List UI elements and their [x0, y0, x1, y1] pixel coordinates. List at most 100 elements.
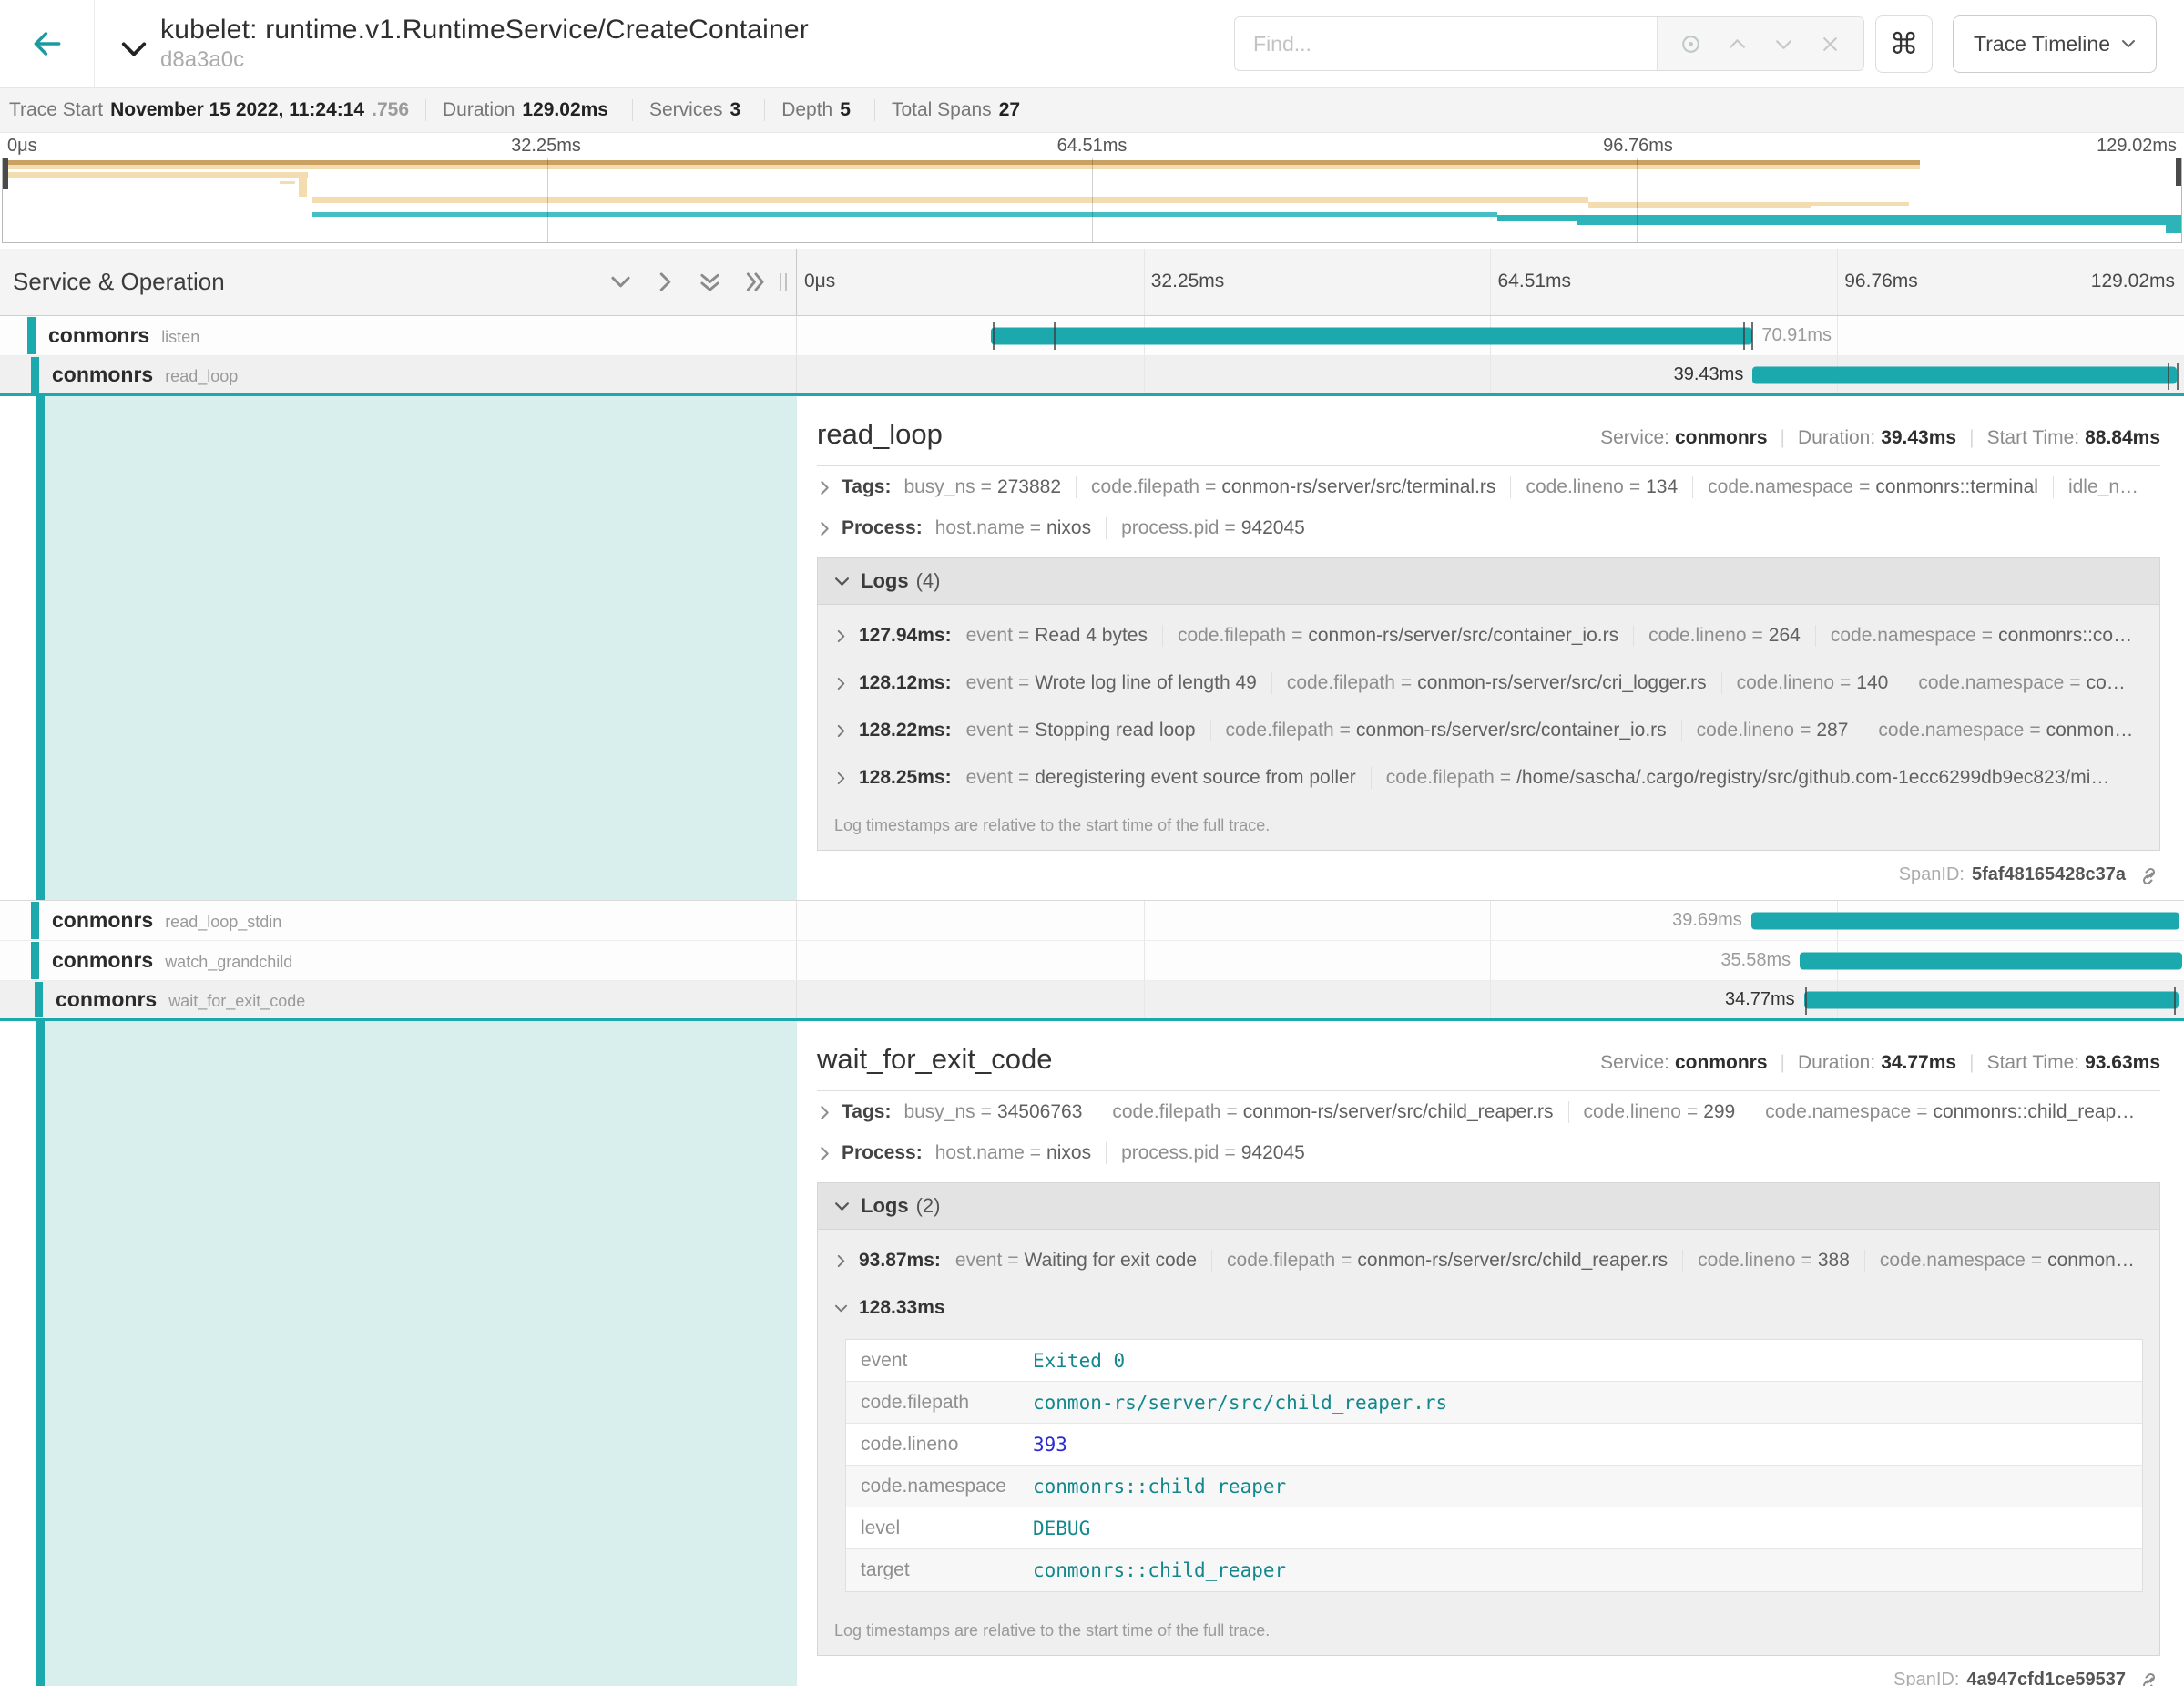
back-button[interactable] — [0, 0, 95, 87]
chevron-down-icon — [834, 574, 850, 589]
minimap-left-drag-handle[interactable] — [3, 158, 8, 189]
log-field: code.filepath=conmon-rs/server/src/conta… — [1210, 720, 1667, 741]
chevron-right-icon — [817, 521, 832, 536]
span-name-cell: conmonrs watch_grandchild — [0, 941, 797, 980]
span-bar[interactable]: 70.91ms — [991, 327, 1752, 344]
span-bar[interactable]: 39.43ms — [1752, 366, 2177, 383]
process-label: Process: — [842, 1142, 923, 1164]
chevron-down-icon — [834, 1199, 850, 1214]
minimap-span-bar — [1811, 202, 1909, 206]
tags-label: Tags: — [842, 476, 891, 498]
field-key: target — [846, 1559, 1033, 1581]
span-bar[interactable]: 35.58ms — [1800, 952, 2182, 969]
logs-count: (4) — [916, 569, 941, 593]
log-field: code.namespace=conmon… — [1863, 720, 2133, 741]
log-entry[interactable]: 128.22ms: event=Stopping read loop code.f… — [834, 707, 2143, 754]
find-scope-icon[interactable] — [1679, 33, 1702, 56]
logs-count: (2) — [916, 1194, 941, 1218]
tags-label: Tags: — [842, 1101, 891, 1123]
column-resizer-grip[interactable] — [780, 273, 787, 291]
axis-tick: 64.51ms — [1057, 136, 1128, 157]
logs-accordion-header[interactable]: Logs (4) — [818, 558, 2159, 605]
service-name: conmonrs — [52, 948, 153, 973]
find-next-icon[interactable] — [1772, 33, 1795, 56]
log-field: event=Read 4 bytes — [966, 625, 1148, 647]
detail-panel-indent-area — [45, 396, 797, 900]
field-key: level — [846, 1517, 1033, 1539]
span-row-watch-grandchild[interactable]: conmonrs watch_grandchild 35.58ms — [0, 941, 2184, 981]
tag-item: code.lineno=134 — [1510, 476, 1678, 498]
span-detail-panel-wait-for-exit-code: wait_for_exit_code Service:conmonrs | Du… — [0, 1021, 2184, 1686]
span-bar-cell: 34.77ms — [797, 981, 2184, 1018]
span-meta: Service:conmonrs | Duration:34.77ms | St… — [1600, 1052, 2160, 1074]
deep-link-icon[interactable] — [2137, 863, 2158, 885]
collapse-one-icon[interactable] — [610, 271, 631, 292]
span-color-accent — [36, 1021, 45, 1686]
deep-link-icon[interactable] — [2137, 1669, 2158, 1686]
chevron-right-icon — [834, 771, 848, 785]
axis-tick: 129.02ms — [2097, 136, 2177, 157]
service-label: Service: — [1600, 1052, 1669, 1074]
tags-accordion[interactable]: Tags: busy_ns=34506763code.filepath=conm… — [817, 1091, 2160, 1132]
keyboard-shortcuts-button[interactable]: ⌘ — [1875, 15, 1933, 73]
log-marker-tick — [1805, 987, 1807, 1015]
log-field: code.namespace=conmon… — [1864, 1250, 2135, 1272]
span-row-read-loop-stdin[interactable]: conmonrs read_loop_stdin 39.69ms — [0, 901, 2184, 941]
process-accordion[interactable]: Process: host.name=nixosprocess.pid=9420… — [817, 1132, 2160, 1173]
log-field-row: level DEBUG — [846, 1507, 2142, 1549]
detail-panel-body: wait_for_exit_code Service:conmonrs | Du… — [797, 1021, 2184, 1686]
find-prev-icon[interactable] — [1726, 33, 1749, 56]
log-field: code.lineno=388 — [1682, 1250, 1850, 1272]
ruler-tick: 96.76ms — [1844, 271, 1918, 292]
log-marker-tick — [2168, 363, 2169, 390]
log-entry[interactable]: 127.94ms: event=Read 4 bytescode.filepat… — [834, 612, 2143, 659]
find-clear-icon[interactable] — [1819, 33, 1842, 56]
log-field-row: code.filepath conmon-rs/server/src/child… — [846, 1382, 2142, 1424]
detail-panel-body: read_loop Service:conmonrs | Duration:39… — [797, 396, 2184, 900]
minimap-canvas[interactable] — [2, 158, 2182, 243]
logs-footnote: Log timestamps are relative to the start… — [818, 802, 2159, 850]
log-entry[interactable]: 128.25ms: event=deregistering event sour… — [834, 754, 2143, 802]
logs-section: Logs (4) 127.94ms: event=Read 4 bytescod… — [817, 557, 2160, 851]
minimap-span-bar — [2166, 225, 2181, 233]
operation-name: watch_grandchild — [165, 953, 292, 972]
chevron-right-icon — [817, 1146, 832, 1161]
span-bar[interactable]: 39.69ms — [1751, 912, 2180, 929]
service-operation-title: Service & Operation — [13, 268, 225, 296]
start-time-label: Start Time: — [1987, 427, 2080, 449]
find-input[interactable] — [1235, 17, 1657, 70]
log-field: event=Waiting for exit code — [955, 1250, 1197, 1272]
log-field: event=Stopping read loop — [966, 720, 1196, 741]
log-entry-expanded-header[interactable]: 128.33ms — [818, 1284, 2159, 1332]
process-accordion[interactable]: Process: host.name=nixosprocess.pid=9420… — [817, 507, 2160, 548]
span-row-read-loop[interactable]: conmonrs read_loop 39.43ms — [0, 356, 2184, 396]
log-timestamp: 93.87ms: — [859, 1250, 941, 1272]
span-name-cell: conmonrs read_loop_stdin — [0, 901, 797, 940]
span-table-header: Service & Operation 0μs 32.25ms 64.51ms … — [0, 249, 2184, 316]
command-icon: ⌘ — [1890, 26, 1919, 61]
minimap-axis: 0μs 32.25ms 64.51ms 96.76ms 129.02ms — [0, 133, 2184, 158]
summary-value: 3 — [730, 99, 741, 120]
span-row-wait-for-exit-code[interactable]: conmonrs wait_for_exit_code 34.77ms — [0, 981, 2184, 1021]
logs-accordion-header[interactable]: Logs (2) — [818, 1183, 2159, 1230]
service-name: conmonrs — [52, 363, 153, 387]
field-value: Exited 0 — [1033, 1350, 1125, 1372]
view-selector-button[interactable]: Trace Timeline — [1953, 15, 2157, 73]
minimap-right-drag-handle[interactable] — [2176, 158, 2181, 186]
trace-collapse-toggle[interactable] — [120, 36, 148, 66]
log-entry[interactable]: 93.87ms: event=Waiting for exit code code… — [834, 1237, 2143, 1284]
timeline-ruler: 0μs 32.25ms 64.51ms 96.76ms 129.02ms — [797, 249, 2184, 315]
tags-accordion[interactable]: Tags: busy_ns=273882code.filepath=conmon… — [817, 466, 2160, 507]
collapse-all-icon[interactable] — [699, 271, 720, 292]
span-row-listen[interactable]: conmonrs listen 70.91ms — [0, 316, 2184, 356]
log-timestamp: 128.22ms: — [859, 720, 952, 741]
field-key: code.lineno — [846, 1434, 1033, 1456]
header: kubelet: runtime.v1.RuntimeService/Creat… — [0, 0, 2184, 87]
log-field: event=Wrote log line of length 49 — [966, 672, 1257, 694]
process-item: process.pid=942045 — [1106, 1142, 1305, 1164]
expand-all-icon[interactable] — [744, 271, 765, 292]
expand-one-icon[interactable] — [655, 271, 676, 292]
log-entry[interactable]: 128.12ms: event=Wrote log line of length… — [834, 659, 2143, 707]
span-bar[interactable]: 34.77ms — [1804, 991, 2179, 1008]
tag-item: busy_ns=34506763 — [903, 1101, 1082, 1123]
